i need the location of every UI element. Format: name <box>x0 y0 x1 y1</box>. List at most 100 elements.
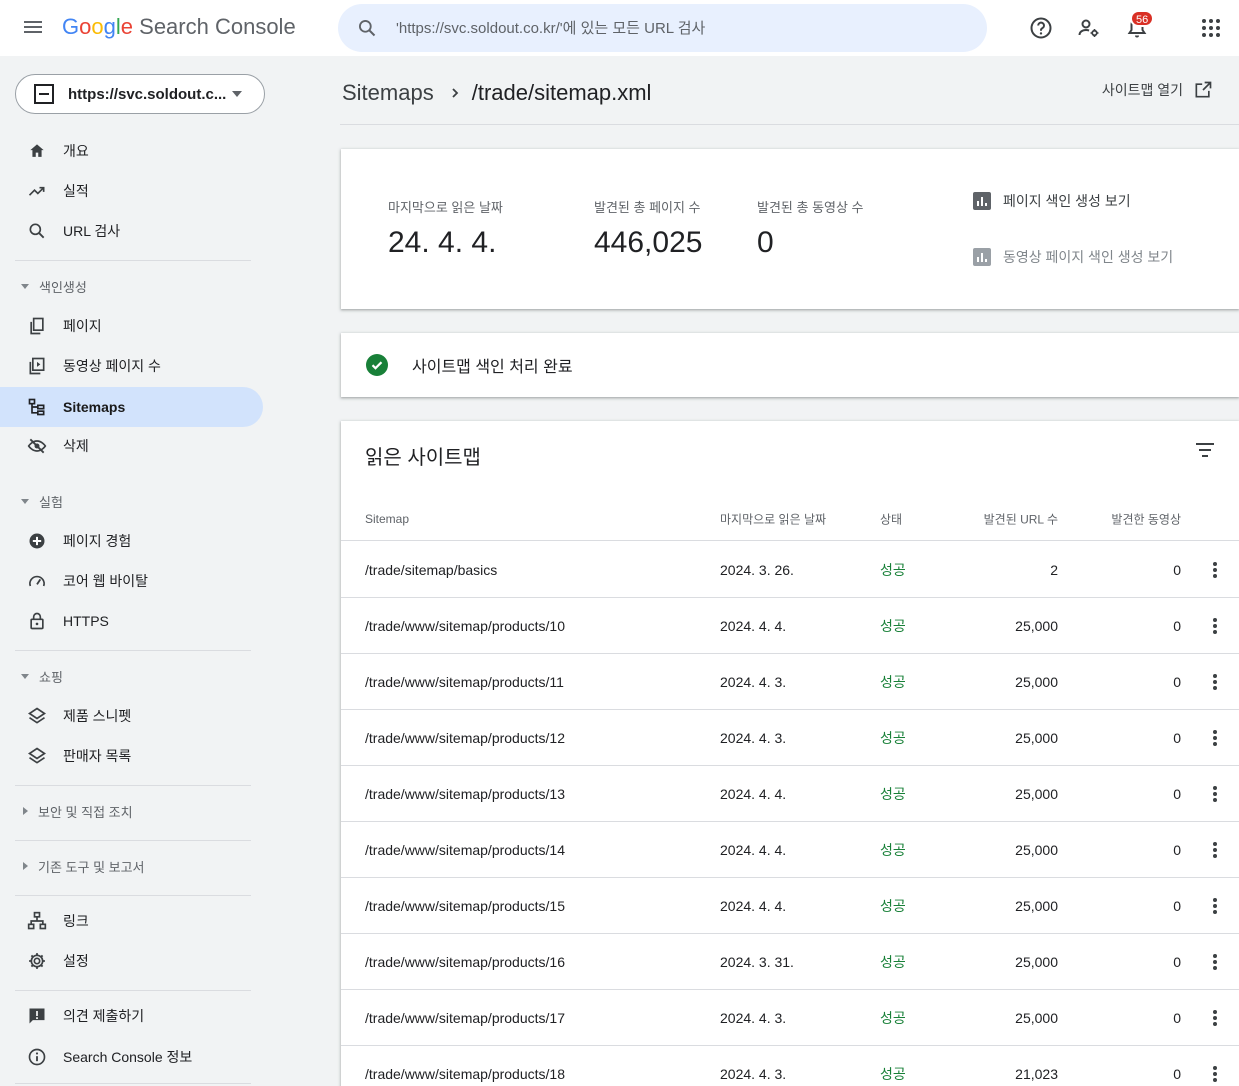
table-row[interactable]: /trade/www/sitemap/products/14 2024. 4. 4… <box>341 822 1239 878</box>
column-header-status[interactable]: 상태 <box>880 510 902 527</box>
table-row[interactable]: /trade/www/sitemap/products/17 2024. 4. 3… <box>341 990 1239 1046</box>
table-row[interactable]: /trade/www/sitemap/products/15 2024. 4. 4… <box>341 878 1239 934</box>
sidebar-item-sitemaps[interactable]: Sitemaps <box>0 387 263 427</box>
layers-icon <box>27 707 47 724</box>
layers-icon <box>27 747 47 764</box>
status-card: 사이트맵 색인 처리 완료 <box>341 333 1239 397</box>
sidebar-item-core-web-vitals[interactable]: 코어 웹 바이탈 <box>0 561 263 601</box>
logo[interactable]: Google Search Console <box>62 14 296 40</box>
links-icon <box>27 911 47 930</box>
divider <box>15 840 251 841</box>
divider <box>15 785 251 786</box>
more-vert-icon[interactable] <box>1209 729 1221 747</box>
section-security[interactable]: 보안 및 직접 조치 <box>0 796 133 826</box>
check-circle-icon <box>366 354 388 376</box>
apps-icon[interactable] <box>1199 16 1223 40</box>
top-app-bar: Google Search Console 56 <box>0 0 1239 56</box>
open-sitemap-button[interactable]: 사이트맵 열기 <box>1102 80 1213 100</box>
speed-icon <box>29 575 45 587</box>
manage-users-icon[interactable] <box>1077 16 1101 40</box>
more-vert-icon[interactable] <box>1209 841 1221 859</box>
last-read-stat: 마지막으로 읽은 날짜 24. 4. 4. <box>388 200 503 259</box>
view-page-indexing-link[interactable]: 페이지 색인 생성 보기 <box>973 191 1131 211</box>
table-title: 읽은 사이트맵 <box>365 447 481 469</box>
more-vert-icon[interactable] <box>1209 617 1221 635</box>
sitemap-icon <box>28 398 45 416</box>
view-video-indexing-link[interactable]: 동영상 페이지 색인 생성 보기 <box>973 247 1173 267</box>
more-vert-icon[interactable] <box>1209 785 1221 803</box>
more-vert-icon[interactable] <box>1209 897 1221 915</box>
sidebar-item-performance[interactable]: 실적 <box>0 171 263 211</box>
page-title: /trade/sitemap.xml <box>471 80 652 105</box>
more-vert-icon[interactable] <box>1209 953 1221 971</box>
pages-icon <box>30 317 44 335</box>
sitemaps-table-card: 읽은 사이트맵 Sitemap 마지막으로 읽은 날짜 상태 발견된 URL 수… <box>341 421 1239 1086</box>
total-videos-stat: 발견된 총 동영상 수 0 <box>757 200 864 259</box>
expand-icon <box>21 673 29 679</box>
section-indexing[interactable]: 색인생성 <box>0 271 87 301</box>
trending-up-icon <box>28 186 45 196</box>
total-pages-stat: 발견된 총 페이지 수 446,025 <box>594 200 703 259</box>
url-inspection-search[interactable] <box>338 4 987 52</box>
sidebar-item-overview[interactable]: 개요 <box>0 131 263 171</box>
search-icon <box>29 223 45 239</box>
sidebar-item-product-snippets[interactable]: 제품 스니펫 <box>0 696 263 736</box>
divider <box>15 1083 251 1084</box>
divider <box>15 990 251 991</box>
table-row[interactable]: /trade/www/sitemap/products/10 2024. 4. 4… <box>341 598 1239 654</box>
lock-icon <box>30 612 44 630</box>
column-header-sitemap[interactable]: Sitemap <box>365 512 409 526</box>
home-icon <box>30 144 44 157</box>
more-vert-icon[interactable] <box>1209 561 1221 579</box>
dropdown-caret-icon <box>232 91 242 97</box>
gear-icon <box>29 953 45 969</box>
table-row[interactable]: /trade/www/sitemap/products/16 2024. 3. 3… <box>341 934 1239 990</box>
section-legacy-tools[interactable]: 기존 도구 및 보고서 <box>0 851 145 881</box>
expand-icon <box>23 807 28 815</box>
sidebar-item-video-pages[interactable]: 동영상 페이지 수 <box>0 346 263 386</box>
status-message: 사이트맵 색인 처리 완료 <box>412 359 573 376</box>
sidebar-item-page-experience[interactable]: 페이지 경험 <box>0 521 263 561</box>
breadcrumb: Sitemaps /trade/sitemap.xml <box>342 80 651 106</box>
more-vert-icon[interactable] <box>1209 673 1221 691</box>
filter-icon[interactable] <box>1195 443 1215 461</box>
column-header-last-read[interactable]: 마지막으로 읽은 날짜 <box>720 510 826 527</box>
menu-icon[interactable] <box>24 18 44 38</box>
property-url: https://svc.soldout.c... <box>68 85 227 103</box>
table-row[interactable]: /trade/www/sitemap/products/13 2024. 4. 4… <box>341 766 1239 822</box>
expand-icon <box>21 283 29 289</box>
section-experience[interactable]: 실험 <box>0 486 63 516</box>
sidebar-item-https[interactable]: HTTPS <box>0 601 263 641</box>
column-header-urls[interactable]: 발견된 URL 수 <box>984 510 1058 527</box>
table-header: Sitemap 마지막으로 읽은 날짜 상태 발견된 URL 수 발견한 동영상 <box>341 497 1239 541</box>
summary-card: 마지막으로 읽은 날짜 24. 4. 4. 발견된 총 페이지 수 446,02… <box>341 149 1239 309</box>
more-vert-icon[interactable] <box>1209 1065 1221 1083</box>
sidebar-item-settings[interactable]: 설정 <box>0 941 263 981</box>
property-selector[interactable]: https://svc.soldout.c... <box>15 74 265 114</box>
column-header-videos[interactable]: 발견한 동영상 <box>1111 510 1181 527</box>
search-input[interactable] <box>396 19 956 37</box>
sidebar-item-feedback[interactable]: 의견 제출하기 <box>0 996 263 1036</box>
divider <box>15 260 251 261</box>
sidebar-item-removals[interactable]: 삭제 <box>0 426 263 466</box>
feedback-icon <box>29 1008 45 1024</box>
table-row[interactable]: /trade/www/sitemap/products/18 2024. 4. 3… <box>341 1046 1239 1086</box>
sidebar-item-merchant-listings[interactable]: 판매자 목록 <box>0 736 263 776</box>
more-vert-icon[interactable] <box>1209 1009 1221 1027</box>
info-icon <box>28 1048 46 1066</box>
table-row[interactable]: /trade/www/sitemap/products/12 2024. 4. 3… <box>341 710 1239 766</box>
divider <box>15 650 251 651</box>
notification-badge: 56 <box>1130 10 1155 27</box>
table-row[interactable]: /trade/www/sitemap/products/11 2024. 4. 3… <box>341 654 1239 710</box>
section-shopping[interactable]: 쇼핑 <box>0 661 63 691</box>
open-in-new-icon <box>1195 81 1212 98</box>
table-row[interactable]: /trade/sitemap/basics 2024. 3. 26. 성공 2 0 <box>341 542 1239 598</box>
expand-icon <box>23 862 28 870</box>
sidebar: https://svc.soldout.c... 개요 실적 URL 검사 색인… <box>0 56 278 1086</box>
sidebar-item-pages[interactable]: 페이지 <box>0 306 263 346</box>
help-icon[interactable] <box>1029 16 1053 40</box>
breadcrumb-sitemaps-link[interactable]: Sitemaps <box>342 80 434 106</box>
sidebar-item-about[interactable]: Search Console 정보 <box>0 1037 263 1077</box>
sidebar-item-url-inspection[interactable]: URL 검사 <box>0 211 263 251</box>
sidebar-item-links[interactable]: 링크 <box>0 901 263 941</box>
